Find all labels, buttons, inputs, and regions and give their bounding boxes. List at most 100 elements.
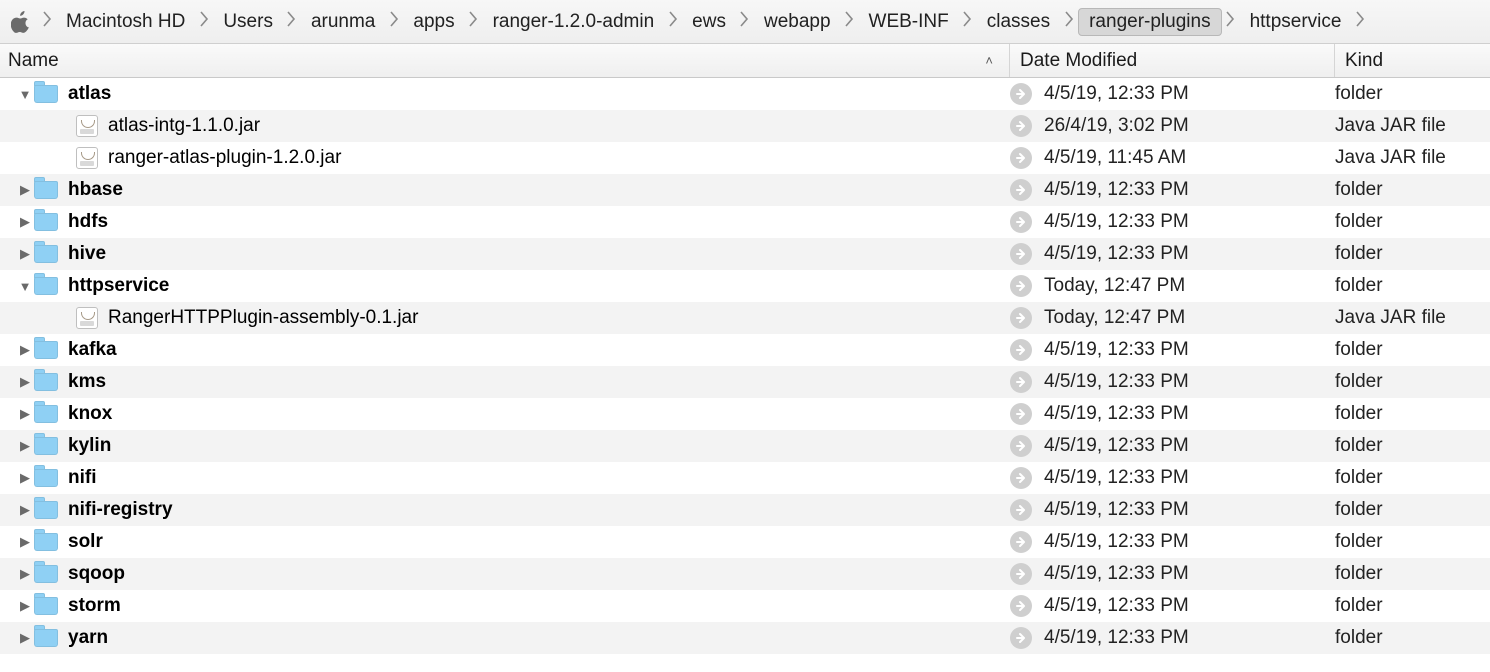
go-arrow-icon[interactable] [1010, 403, 1032, 425]
go-arrow-icon[interactable] [1010, 179, 1032, 201]
go-arrow-icon[interactable] [1010, 147, 1032, 169]
go-arrow-icon[interactable] [1010, 243, 1032, 265]
go-arrow-icon[interactable] [1010, 627, 1032, 649]
cell-date: 4/5/19, 12:33 PM [1010, 179, 1335, 201]
disclosure-closed-icon[interactable]: ▶ [16, 438, 34, 454]
cell-name: ▶nifi-registry [0, 499, 1010, 521]
go-arrow-icon[interactable] [1010, 371, 1032, 393]
folder-row[interactable]: ▶yarn4/5/19, 12:33 PMfolder [0, 622, 1490, 654]
cell-kind: folder [1335, 339, 1490, 361]
go-arrow-icon[interactable] [1010, 83, 1032, 105]
breadcrumb-item[interactable]: WEB-INF [859, 8, 959, 36]
folder-row[interactable]: ▶knox4/5/19, 12:33 PMfolder [0, 398, 1490, 430]
folder-row[interactable]: ▼httpserviceToday, 12:47 PMfolder [0, 270, 1490, 302]
folder-row[interactable]: ▶kylin4/5/19, 12:33 PMfolder [0, 430, 1490, 462]
cell-name: ▶sqoop [0, 563, 1010, 585]
breadcrumb-item[interactable]: ranger-1.2.0-admin [483, 8, 665, 36]
go-arrow-icon[interactable] [1010, 595, 1032, 617]
folder-row[interactable]: ▶hdfs4/5/19, 12:33 PMfolder [0, 206, 1490, 238]
folder-row[interactable]: ▶kms4/5/19, 12:33 PMfolder [0, 366, 1490, 398]
folder-icon [34, 629, 58, 647]
disclosure-closed-icon[interactable]: ▶ [16, 534, 34, 550]
folder-icon [34, 437, 58, 455]
file-row[interactable]: atlas-intg-1.1.0.jar26/4/19, 3:02 PMJava… [0, 110, 1490, 142]
row-name: knox [68, 403, 112, 425]
folder-icon [34, 469, 58, 487]
row-date: 4/5/19, 12:33 PM [1044, 371, 1189, 393]
cell-date: 4/5/19, 12:33 PM [1010, 531, 1335, 553]
folder-row[interactable]: ▶sqoop4/5/19, 12:33 PMfolder [0, 558, 1490, 590]
folder-row[interactable]: ▶nifi-registry4/5/19, 12:33 PMfolder [0, 494, 1490, 526]
cell-date: 4/5/19, 12:33 PM [1010, 83, 1335, 105]
disclosure-closed-icon[interactable]: ▶ [16, 406, 34, 422]
go-arrow-icon[interactable] [1010, 531, 1032, 553]
go-arrow-icon[interactable] [1010, 467, 1032, 489]
cell-kind: folder [1335, 563, 1490, 585]
breadcrumb-item[interactable]: ranger-plugins [1078, 8, 1221, 36]
breadcrumb-item[interactable]: webapp [754, 8, 841, 36]
breadcrumb-item[interactable]: ews [682, 8, 736, 36]
cell-kind: folder [1335, 499, 1490, 521]
breadcrumb-item[interactable]: arunma [301, 8, 385, 36]
row-name: kylin [68, 435, 111, 457]
folder-row[interactable]: ▶solr4/5/19, 12:33 PMfolder [0, 526, 1490, 558]
column-header-name[interactable]: Name ˄ [0, 44, 1010, 77]
go-arrow-icon[interactable] [1010, 275, 1032, 297]
folder-row[interactable]: ▼atlas4/5/19, 12:33 PMfolder [0, 78, 1490, 110]
breadcrumb-item[interactable]: apps [403, 8, 464, 36]
disclosure-open-icon[interactable]: ▼ [16, 279, 34, 294]
disclosure-closed-icon[interactable]: ▶ [16, 374, 34, 390]
disclosure-closed-icon[interactable]: ▶ [16, 566, 34, 582]
row-date: 4/5/19, 12:33 PM [1044, 339, 1189, 361]
breadcrumb-label: webapp [754, 8, 841, 36]
cell-name: ▶hbase [0, 179, 1010, 201]
folder-icon [34, 533, 58, 551]
folder-row[interactable]: ▶hive4/5/19, 12:33 PMfolder [0, 238, 1490, 270]
disclosure-closed-icon[interactable]: ▶ [16, 630, 34, 646]
disclosure-closed-icon[interactable]: ▶ [16, 470, 34, 486]
row-name: atlas-intg-1.1.0.jar [108, 115, 260, 137]
file-row[interactable]: ranger-atlas-plugin-1.2.0.jar4/5/19, 11:… [0, 142, 1490, 174]
column-header-kind[interactable]: Kind [1335, 44, 1490, 77]
cell-date: 4/5/19, 12:33 PM [1010, 339, 1335, 361]
row-date: 4/5/19, 12:33 PM [1044, 435, 1189, 457]
go-arrow-icon[interactable] [1010, 211, 1032, 233]
disclosure-closed-icon[interactable]: ▶ [16, 342, 34, 358]
disclosure-closed-icon[interactable]: ▶ [16, 502, 34, 518]
row-name: RangerHTTPPlugin-assembly-0.1.jar [108, 307, 418, 329]
cell-name: RangerHTTPPlugin-assembly-0.1.jar [0, 307, 1010, 329]
disclosure-open-icon[interactable]: ▼ [16, 87, 34, 102]
go-arrow-icon[interactable] [1010, 307, 1032, 329]
folder-row[interactable]: ▶kafka4/5/19, 12:33 PMfolder [0, 334, 1490, 366]
cell-kind: folder [1335, 243, 1490, 265]
go-arrow-icon[interactable] [1010, 339, 1032, 361]
breadcrumb-item[interactable]: httpservice [1240, 8, 1352, 36]
file-row[interactable]: RangerHTTPPlugin-assembly-0.1.jarToday, … [0, 302, 1490, 334]
folder-icon [34, 405, 58, 423]
cell-kind: folder [1335, 627, 1490, 649]
disclosure-closed-icon[interactable]: ▶ [16, 598, 34, 614]
breadcrumb-label: httpservice [1240, 8, 1352, 36]
column-header-date[interactable]: Date Modified [1010, 44, 1335, 77]
go-arrow-icon[interactable] [1010, 435, 1032, 457]
disclosure-closed-icon[interactable]: ▶ [16, 182, 34, 198]
cell-name: atlas-intg-1.1.0.jar [0, 115, 1010, 137]
apple-logo-icon [4, 11, 38, 33]
disclosure-closed-icon[interactable]: ▶ [16, 214, 34, 230]
chevron-right-icon [1060, 11, 1078, 27]
folder-row[interactable]: ▶nifi4/5/19, 12:33 PMfolder [0, 462, 1490, 494]
jar-file-icon [76, 307, 98, 329]
breadcrumb-item[interactable]: Users [213, 8, 283, 36]
go-arrow-icon[interactable] [1010, 563, 1032, 585]
go-arrow-icon[interactable] [1010, 499, 1032, 521]
breadcrumb-label: arunma [301, 8, 385, 36]
breadcrumb-item[interactable]: Macintosh HD [56, 8, 195, 36]
breadcrumb-item[interactable]: classes [977, 8, 1060, 36]
folder-row[interactable]: ▶hbase4/5/19, 12:33 PMfolder [0, 174, 1490, 206]
column-headers: Name ˄ Date Modified Kind [0, 44, 1490, 78]
cell-date: Today, 12:47 PM [1010, 275, 1335, 297]
disclosure-closed-icon[interactable]: ▶ [16, 246, 34, 262]
go-arrow-icon[interactable] [1010, 115, 1032, 137]
breadcrumb-label: ews [682, 8, 736, 36]
folder-row[interactable]: ▶storm4/5/19, 12:33 PMfolder [0, 590, 1490, 622]
